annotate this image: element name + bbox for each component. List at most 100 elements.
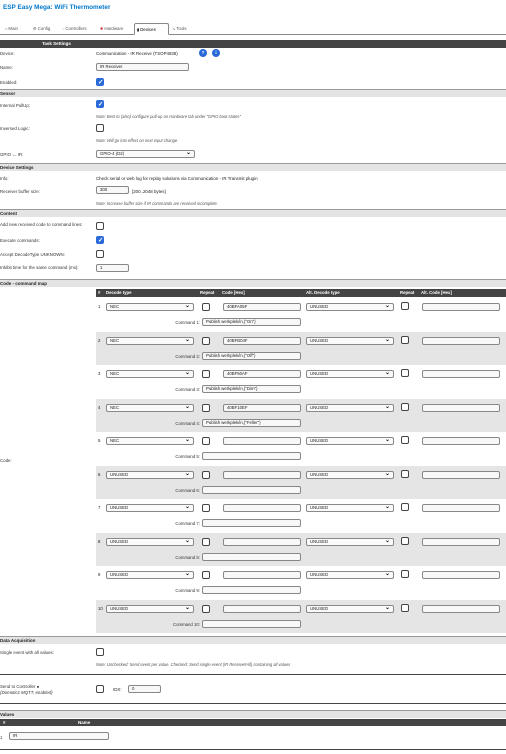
alt-repeat-checkbox[interactable] — [401, 604, 409, 612]
tab-config[interactable]: ⚙Config — [31, 23, 61, 35]
code-hex-input[interactable] — [223, 538, 301, 546]
alt-code-hex-input[interactable] — [422, 404, 500, 412]
single-event-checkbox[interactable] — [96, 648, 104, 656]
repeat-checkbox[interactable] — [202, 571, 210, 579]
code-hex-input[interactable] — [223, 437, 301, 445]
alt-decode-type-select[interactable]: UNUSED ⌄ — [306, 404, 394, 412]
tab-devices[interactable]: ▮Devices — [134, 23, 169, 35]
repeat-checkbox[interactable] — [202, 437, 210, 445]
alt-decode-type-select[interactable]: UNUSED ⌄ — [306, 605, 394, 613]
buffer-input[interactable]: 300 — [96, 186, 129, 194]
alt-repeat-checkbox[interactable] — [401, 403, 409, 411]
decode-type-select[interactable]: UNUSED ⌄ — [106, 504, 194, 512]
alt-code-hex-input[interactable] — [422, 504, 500, 512]
code-hex-input[interactable] — [223, 504, 301, 512]
alt-code-hex-input[interactable] — [422, 571, 500, 579]
code-hex-input[interactable] — [223, 571, 301, 579]
alt-decode-type-select[interactable]: UNUSED ⌄ — [306, 538, 394, 546]
decode-type-select[interactable]: NEC ⌄ — [106, 337, 194, 345]
command-input[interactable] — [202, 519, 301, 527]
command-input[interactable]: Publish werkplek/in,{"Dim"} — [202, 385, 301, 393]
repeat-checkbox[interactable] — [202, 337, 210, 345]
pullup-checkbox[interactable] — [96, 100, 104, 108]
alt-decode-type-select[interactable]: UNUSED ⌄ — [306, 303, 394, 311]
decode-type-select[interactable]: UNUSED ⌄ — [106, 538, 194, 546]
inhibit-input[interactable]: 1 — [96, 264, 129, 272]
repeat-checkbox[interactable] — [202, 303, 210, 311]
alt-repeat-checkbox[interactable] — [401, 436, 409, 444]
repeat-checkbox[interactable] — [202, 504, 210, 512]
alt-repeat-checkbox[interactable] — [401, 302, 409, 310]
tab-hardware[interactable]: ✱Hardware — [98, 23, 134, 35]
tab-tools[interactable]: ↘Tools — [170, 23, 200, 35]
name-input[interactable]: IR Receiver — [96, 63, 189, 71]
command-input[interactable]: Publish werkplek/in,{"Off"} — [202, 352, 301, 360]
tab-bar: ⌂Main ⚙Config ◌Controllers ✱Hardware ▮De… — [0, 21, 506, 35]
alt-code-hex-input[interactable] — [422, 337, 500, 345]
alt-decode-type-select[interactable]: UNUSED ⌄ — [306, 437, 394, 445]
inverse-checkbox[interactable] — [96, 124, 104, 132]
alt-code-hex-input[interactable] — [422, 370, 500, 378]
repeat-checkbox[interactable] — [202, 404, 210, 412]
alt-code-hex-input[interactable] — [422, 538, 500, 546]
chevron-down-icon: ⌄ — [384, 605, 390, 611]
data-acq-header: Data Acquisition — [0, 636, 506, 644]
send-controller-checkbox[interactable] — [96, 685, 104, 693]
execute-checkbox[interactable] — [96, 236, 104, 244]
decode-type-select[interactable]: NEC ⌄ — [106, 303, 194, 311]
command-input[interactable] — [202, 620, 301, 628]
accept-unknown-checkbox[interactable] — [96, 250, 104, 258]
gear-icon: ⚙ — [33, 26, 37, 31]
command-input[interactable] — [202, 486, 301, 494]
alt-repeat-checkbox[interactable] — [401, 369, 409, 377]
alt-repeat-checkbox[interactable] — [401, 470, 409, 478]
code-hex-input[interactable] — [223, 605, 301, 613]
alt-decode-type-select[interactable]: UNUSED ⌄ — [306, 370, 394, 378]
alt-decode-type-select[interactable]: UNUSED ⌄ — [306, 337, 394, 345]
alt-repeat-checkbox[interactable] — [401, 336, 409, 344]
chevron-down-icon: ⌄ — [184, 303, 190, 309]
alt-code-hex-input[interactable] — [422, 605, 500, 613]
alt-repeat-checkbox[interactable] — [401, 503, 409, 511]
repeat-checkbox[interactable] — [202, 605, 210, 613]
code-hex-input[interactable] — [223, 471, 301, 479]
alt-code-hex-input[interactable] — [422, 303, 500, 311]
alt-code-hex-input[interactable] — [422, 437, 500, 445]
command-input[interactable]: Publish werkplek/in,{"On"} — [202, 318, 301, 326]
command-input[interactable] — [202, 553, 301, 561]
decode-type-select[interactable]: NEC ⌄ — [106, 404, 194, 412]
chevron-down-icon: ⌄ — [384, 571, 390, 577]
gpio-select[interactable]: GPIO-4 (D2) ⌄ — [96, 150, 195, 158]
repeat-checkbox[interactable] — [202, 471, 210, 479]
alt-decode-type-select[interactable]: UNUSED ⌄ — [306, 471, 394, 479]
tab-controllers[interactable]: ◌Controllers — [60, 23, 98, 35]
alt-decode-type-select[interactable]: UNUSED ⌄ — [306, 571, 394, 579]
value-name-input[interactable]: IR — [9, 732, 109, 740]
code-hex-input[interactable]: 40BFB04F — [223, 337, 301, 345]
command-input[interactable]: Publish werkplek/in,{"Feller"} — [202, 419, 301, 427]
code-hex-input[interactable]: 40BF50AF — [223, 370, 301, 378]
hardware-icon: ✱ — [100, 26, 104, 31]
add-code-checkbox[interactable] — [96, 222, 104, 230]
decode-type-select[interactable]: NEC ⌄ — [106, 370, 194, 378]
decode-type-select[interactable]: UNUSED ⌄ — [106, 571, 194, 579]
decode-type-select[interactable]: UNUSED ⌄ — [106, 471, 194, 479]
code-hex-input[interactable]: 40BFA05F — [223, 303, 301, 311]
help-icon[interactable]: ? — [199, 49, 207, 57]
alt-repeat-checkbox[interactable] — [401, 570, 409, 578]
alt-decode-type-select[interactable]: UNUSED ⌄ — [306, 504, 394, 512]
info-icon[interactable]: i — [212, 49, 220, 57]
repeat-checkbox[interactable] — [202, 370, 210, 378]
tab-main[interactable]: ⌂Main — [3, 23, 31, 35]
decode-type-select[interactable]: NEC ⌄ — [106, 437, 194, 445]
decode-type-select[interactable]: UNUSED ⌄ — [106, 605, 194, 613]
idx-input[interactable]: 0 — [128, 685, 161, 693]
repeat-checkbox[interactable] — [202, 538, 210, 546]
alt-repeat-checkbox[interactable] — [401, 537, 409, 545]
alt-code-hex-input[interactable] — [422, 471, 500, 479]
row-number: 6 — [98, 472, 101, 477]
command-input[interactable] — [202, 586, 301, 594]
command-input[interactable] — [202, 452, 301, 460]
code-hex-input[interactable]: 40BF10EF — [223, 404, 301, 412]
enabled-checkbox[interactable] — [96, 78, 104, 86]
